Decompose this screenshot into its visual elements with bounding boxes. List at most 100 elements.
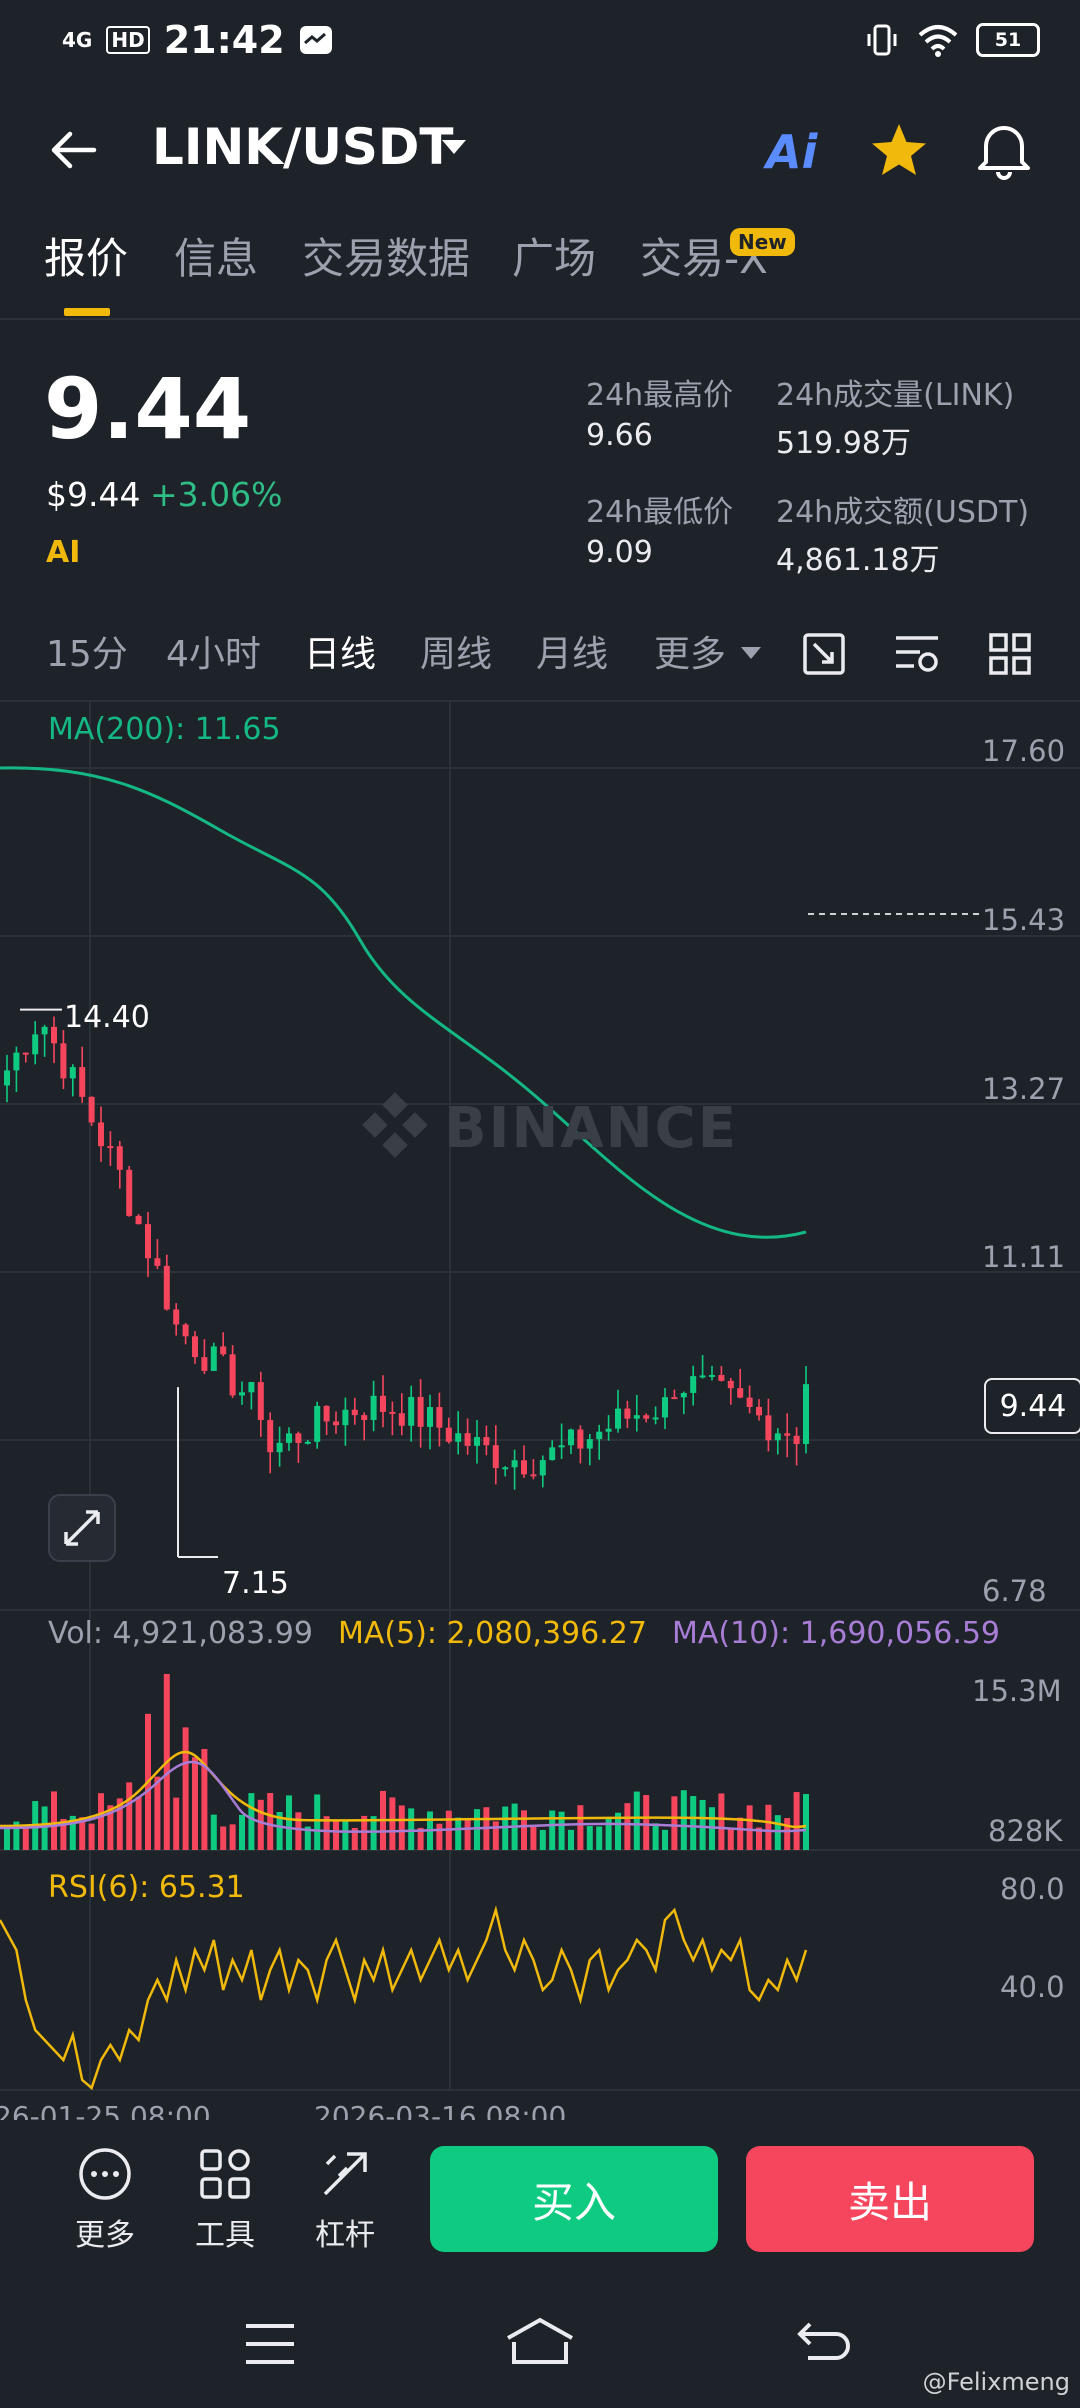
interval-more[interactable]: 更多 xyxy=(654,625,726,677)
tabs-divider xyxy=(0,318,1080,320)
ai-tag[interactable]: AI xyxy=(46,535,80,570)
candle-body xyxy=(229,1354,236,1396)
candle-body xyxy=(370,1395,377,1420)
layout-grid-icon[interactable] xyxy=(988,632,1032,676)
volume-bar xyxy=(135,1796,142,1850)
back-arrow-icon[interactable] xyxy=(48,130,98,170)
candle-body xyxy=(60,1043,67,1079)
tab-info[interactable]: 信息 xyxy=(174,225,258,286)
candle-body xyxy=(615,1408,621,1429)
interval-1m[interactable]: 月线 xyxy=(536,625,608,677)
volume-bar xyxy=(286,1795,292,1850)
volume-bar xyxy=(643,1795,650,1850)
buy-button[interactable]: 买入 xyxy=(430,2146,718,2252)
volume-ma5-label: MA(5): 2,080,396.27 xyxy=(338,1616,647,1651)
candle-body xyxy=(652,1417,659,1420)
menu-icon[interactable] xyxy=(244,2322,296,2366)
candle-body xyxy=(13,1052,20,1071)
candle-body xyxy=(765,1415,772,1441)
sell-button[interactable]: 卖出 xyxy=(746,2146,1034,2252)
price-axis-3: 13.27 xyxy=(982,1072,1066,1106)
ai-assistant-icon[interactable]: Ai xyxy=(766,125,817,179)
status-bar: 4G HD 21:42 51 xyxy=(0,0,1080,84)
tools-tool[interactable]: 工具 xyxy=(170,2146,280,2254)
more-tool[interactable]: 更多 xyxy=(50,2146,160,2254)
candle-body xyxy=(398,1413,405,1426)
volume-bar xyxy=(652,1823,659,1850)
leverage-icon xyxy=(323,2152,367,2196)
volume-bar xyxy=(568,1829,574,1850)
home-icon[interactable] xyxy=(504,2316,576,2366)
candle-body xyxy=(558,1445,565,1448)
leverage-tool-label: 杠杆 xyxy=(315,2218,375,2253)
tab-square[interactable]: 广场 xyxy=(512,225,596,286)
more-tool-label: 更多 xyxy=(75,2218,135,2253)
volume-bar xyxy=(220,1826,227,1850)
price-change: +3.06% xyxy=(150,475,283,514)
candle-body xyxy=(417,1396,424,1427)
candle-body xyxy=(295,1433,302,1443)
binance-watermark: BINANCE xyxy=(444,1096,738,1161)
candle-body xyxy=(220,1346,227,1355)
kline-chart[interactable] xyxy=(0,700,1080,2120)
candle-body xyxy=(596,1431,603,1440)
volume-bar xyxy=(793,1792,800,1850)
candle-body xyxy=(88,1096,95,1123)
tab-quote[interactable]: 报价 xyxy=(44,225,128,286)
tools-tool-label: 工具 xyxy=(195,2218,255,2253)
favorite-star-icon[interactable] xyxy=(870,122,928,178)
volume-bar xyxy=(680,1790,687,1850)
candle-body xyxy=(521,1460,527,1475)
price-axis-4: 11.11 xyxy=(982,1240,1066,1274)
trading-pair-title[interactable]: LINK/USDT xyxy=(152,118,454,176)
volume-bar xyxy=(455,1817,462,1850)
volume-bar xyxy=(4,1826,10,1850)
candle-body xyxy=(126,1169,133,1216)
candle-body xyxy=(116,1146,123,1170)
volume-bar xyxy=(521,1810,527,1850)
pair-dropdown-icon[interactable] xyxy=(440,138,468,158)
volume-bar xyxy=(633,1791,640,1850)
alert-bell-icon[interactable] xyxy=(976,118,1032,180)
candle-body xyxy=(483,1437,490,1446)
candle-body xyxy=(718,1374,725,1381)
more-dropdown-icon[interactable] xyxy=(740,645,762,661)
main-tabs: 报价 信息 交易数据 广场 交易-X xyxy=(0,225,1080,320)
volume-bar xyxy=(690,1796,697,1850)
high-label: 24h最高价 xyxy=(586,378,734,413)
rsi-axis-80: 80.0 xyxy=(1000,1872,1065,1906)
candle-body xyxy=(793,1435,800,1445)
volume-bar xyxy=(737,1817,744,1850)
volume-axis-bottom: 828K xyxy=(988,1814,1063,1848)
indicator-settings-icon[interactable] xyxy=(894,632,940,676)
candle-body xyxy=(41,1026,48,1035)
battery-indicator: 51 xyxy=(976,23,1040,57)
volume-bar xyxy=(126,1782,133,1850)
volume-bar xyxy=(342,1820,349,1850)
leverage-tool[interactable]: 杠杆 xyxy=(290,2146,400,2254)
interval-15m[interactable]: 15分 xyxy=(46,625,128,677)
fullscreen-button[interactable] xyxy=(48,1494,116,1562)
new-badge: New xyxy=(730,228,795,256)
candle-body xyxy=(502,1467,509,1470)
candle-body xyxy=(361,1415,368,1420)
candle-body xyxy=(239,1392,245,1396)
volume-value: 519.98万 xyxy=(776,426,911,461)
interval-4h[interactable]: 4小时 xyxy=(166,625,261,677)
volume-bar xyxy=(464,1820,471,1850)
chart-type-icon[interactable] xyxy=(802,632,846,676)
volume-bar xyxy=(98,1793,104,1850)
network-indicator: 4G xyxy=(62,28,93,52)
tab-trading-data[interactable]: 交易数据 xyxy=(302,225,470,286)
back-nav-icon[interactable] xyxy=(796,2320,852,2366)
last-price: 9.44 xyxy=(44,360,252,458)
candle-body xyxy=(342,1409,349,1426)
interval-1w[interactable]: 周线 xyxy=(420,625,492,677)
volume-bar xyxy=(727,1829,734,1850)
volume-bar xyxy=(624,1803,631,1850)
interval-1d[interactable]: 日线 xyxy=(304,625,376,677)
volume-bar xyxy=(154,1776,161,1850)
rsi-label: RSI(6): 65.31 xyxy=(48,1870,245,1905)
volume-bar xyxy=(239,1814,245,1850)
message-icon xyxy=(299,26,332,54)
